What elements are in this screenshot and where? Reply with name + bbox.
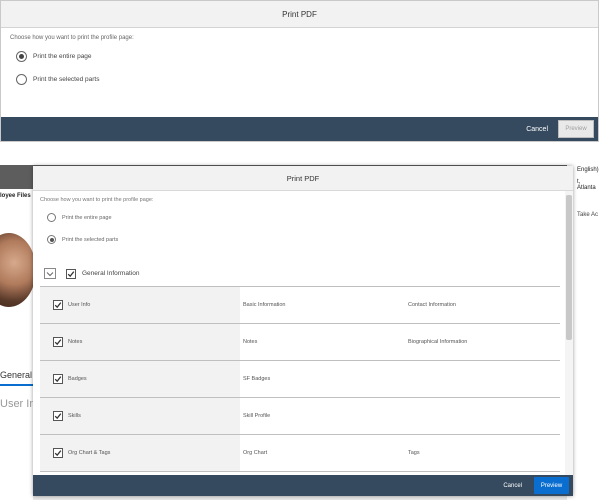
- dialog-title: Print PDF: [1, 1, 598, 28]
- table-row: Org Chart & Tags Org Chart Tags: [40, 434, 560, 472]
- row-col2: Org Chart: [243, 450, 268, 456]
- row-label: User Info: [68, 302, 91, 308]
- checkmark-icon: [54, 339, 62, 346]
- table-row: User Info Basic Information Contact Info…: [40, 286, 560, 323]
- cancel-button[interactable]: Cancel: [526, 126, 548, 133]
- row-col2: Notes: [243, 339, 258, 345]
- option-label: Print the entire page: [33, 53, 92, 60]
- dialog-footer: Cancel Preview: [1, 117, 598, 141]
- print-sections-table: User Info Basic Information Contact Info…: [40, 286, 560, 472]
- table-row: Notes Notes Biographical Information: [40, 323, 560, 360]
- row-checkbox[interactable]: [53, 337, 63, 347]
- chevron-down-icon[interactable]: [44, 268, 56, 279]
- radio-unselected-icon[interactable]: [47, 213, 56, 222]
- option-label: Print the selected parts: [62, 236, 119, 243]
- preview-button[interactable]: Preview: [534, 477, 569, 494]
- section-general-information: General Information: [44, 268, 139, 279]
- row-col3: Contact Information: [408, 302, 456, 308]
- row-col2: Skill Profile: [243, 413, 271, 419]
- print-pdf-dialog-main: Print PDF Choose how you want to print t…: [33, 166, 573, 496]
- dialog-title: Print PDF: [33, 166, 573, 191]
- row-label: Skills: [68, 413, 81, 419]
- row-checkbox[interactable]: [53, 448, 63, 458]
- radio-selected-icon[interactable]: [47, 235, 56, 244]
- option-entire-page[interactable]: Print the entire page: [47, 213, 112, 222]
- right-text-language: English): [577, 167, 599, 173]
- radio-selected-icon[interactable]: [16, 51, 27, 62]
- preview-button[interactable]: Preview: [558, 120, 594, 138]
- option-selected-parts[interactable]: Print the selected parts: [47, 235, 118, 244]
- checkmark-icon: [67, 270, 75, 277]
- option-selected-parts[interactable]: Print the selected parts: [16, 74, 99, 85]
- checkmark-icon: [54, 302, 62, 309]
- row-col3: Tags: [408, 450, 420, 456]
- row-col2: SF Badges: [243, 376, 271, 382]
- row-col3: Biographical Information: [408, 339, 468, 345]
- right-text-location: t, Atlanta: [577, 179, 596, 191]
- section-checkbox[interactable]: [66, 268, 76, 279]
- option-label: Print the selected parts: [33, 76, 100, 83]
- section-title: General Information: [82, 270, 140, 277]
- print-pdf-dialog-top: Print PDF Choose how you want to print t…: [0, 0, 599, 142]
- option-label: Print the entire page: [62, 214, 112, 221]
- row-checkbox[interactable]: [53, 300, 63, 310]
- dialog-footer: Cancel Preview: [33, 475, 573, 496]
- radio-unselected-icon[interactable]: [16, 74, 27, 85]
- checkmark-icon: [54, 413, 62, 420]
- print-prompt: Choose how you want to print the profile…: [40, 197, 154, 203]
- vertical-scrollbar[interactable]: [565, 191, 573, 475]
- table-row: Badges SF Badges: [40, 360, 560, 397]
- row-label: Notes: [68, 339, 83, 345]
- dialog-content: Choose how you want to print the profile…: [33, 191, 565, 475]
- employee-files-label[interactable]: loyee Files: [0, 193, 31, 199]
- row-label: Badges: [68, 376, 87, 382]
- checkmark-icon: [54, 376, 62, 383]
- row-label: Org Chart & Tags: [68, 450, 111, 456]
- row-checkbox[interactable]: [53, 374, 63, 384]
- option-entire-page[interactable]: Print the entire page: [16, 51, 92, 62]
- checkmark-icon: [54, 450, 62, 457]
- tab-underline: [0, 384, 33, 386]
- tab-general[interactable]: General: [0, 370, 32, 380]
- row-checkbox[interactable]: [53, 411, 63, 421]
- row-col2: Basic Information: [243, 302, 286, 308]
- print-prompt: Choose how you want to print the profile…: [10, 35, 134, 41]
- table-row: Skills Skill Profile: [40, 397, 560, 434]
- scrollbar-thumb[interactable]: [566, 195, 572, 340]
- take-action-link[interactable]: Take Ac: [577, 212, 598, 218]
- cancel-button[interactable]: Cancel: [503, 483, 522, 489]
